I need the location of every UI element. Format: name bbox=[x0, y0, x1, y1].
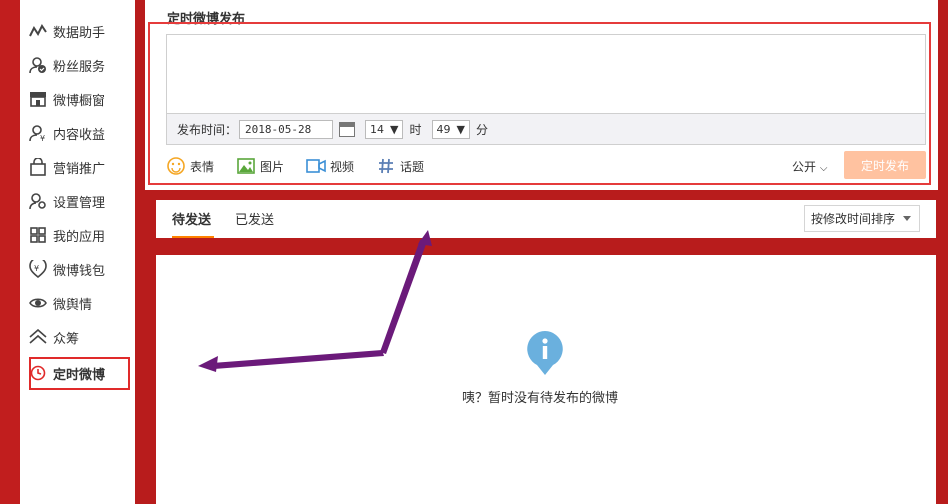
time-label: 发布时间： bbox=[177, 122, 238, 137]
sidebar-item-label: 微博橱窗 bbox=[53, 93, 106, 109]
date-input[interactable]: 2018-05-28 bbox=[239, 119, 334, 139]
tab-active-underline bbox=[172, 236, 214, 238]
topic-button[interactable]: 话题 bbox=[376, 157, 424, 175]
active-item-highlight bbox=[29, 357, 130, 390]
empty-message: 咦？暂时没有待发布的微博 bbox=[462, 391, 619, 406]
hashtag-icon bbox=[376, 157, 396, 175]
svg-text:Bai: Bai bbox=[728, 426, 792, 467]
wallet-icon: ¥ bbox=[28, 259, 48, 279]
topic-label: 话题 bbox=[400, 159, 425, 174]
eye-icon bbox=[28, 293, 48, 313]
image-button[interactable]: 图片 bbox=[236, 157, 284, 175]
svg-text:经验: 经验 bbox=[880, 433, 928, 463]
video-button[interactable]: 视频 bbox=[306, 157, 354, 175]
smiley-icon bbox=[166, 157, 186, 175]
income-icon: ¥ bbox=[28, 123, 48, 143]
minute-select[interactable]: 49 ▼ bbox=[431, 119, 470, 139]
sidebar-item-content-income[interactable]: ¥ 内容收益 bbox=[28, 121, 105, 145]
post-textarea[interactable] bbox=[166, 34, 926, 114]
sidebar-item-showcase[interactable]: 微博橱窗 bbox=[28, 87, 105, 111]
caret-down-icon: ▼ bbox=[390, 122, 399, 136]
sidebar-item-public-opinion[interactable]: 微舆情 bbox=[28, 291, 92, 315]
schedule-bar: 发布时间： 2018-05-28 14 ▼ 时 49 ▼ 分 bbox=[166, 114, 926, 145]
baidu-jingyan-watermark: Bai du 经验 bbox=[728, 421, 928, 467]
visibility-label: 公开 bbox=[792, 160, 817, 174]
caret-down-icon: ▼ bbox=[456, 122, 465, 136]
chevron-down-icon: ⌵ bbox=[819, 163, 828, 174]
sidebar-item-wallet[interactable]: ¥ 微博钱包 bbox=[28, 257, 105, 281]
image-icon bbox=[236, 157, 256, 175]
minute-unit: 分 bbox=[475, 122, 488, 137]
sidebar-item-marketing[interactable]: 营销推广 bbox=[28, 155, 105, 179]
sort-label: 按修改时间排序 bbox=[811, 212, 896, 226]
sidebar: 数据助手 粉丝服务 微博橱窗 ¥ 内容收益 营销推广 设置管理 我的应用 ¥ 微… bbox=[20, 0, 135, 504]
hour-unit: 时 bbox=[409, 122, 422, 137]
sort-dropdown[interactable]: 按修改时间排序 bbox=[804, 205, 920, 232]
sidebar-item-label: 众筹 bbox=[53, 331, 80, 347]
tab-pending[interactable]: 待发送 bbox=[172, 209, 211, 228]
trend-icon bbox=[28, 21, 48, 41]
bag-icon bbox=[28, 157, 48, 177]
fans-icon bbox=[28, 55, 48, 75]
video-label: 视频 bbox=[330, 159, 355, 174]
emoji-button[interactable]: 表情 bbox=[166, 157, 214, 175]
svg-text:¥: ¥ bbox=[34, 264, 39, 273]
video-icon bbox=[306, 157, 326, 175]
svg-text:¥: ¥ bbox=[40, 134, 45, 142]
caret-down-icon bbox=[903, 216, 911, 221]
watermark-url: jingyan.baidu.com bbox=[733, 468, 880, 484]
tab-sent[interactable]: 已发送 bbox=[235, 209, 274, 228]
sidebar-item-label: 内容收益 bbox=[53, 127, 106, 143]
schedule-publish-button[interactable]: 定时发布 bbox=[844, 151, 926, 179]
sidebar-item-my-apps[interactable]: 我的应用 bbox=[28, 223, 105, 247]
apps-grid-icon bbox=[28, 225, 48, 245]
minute-value: 49 bbox=[436, 122, 451, 136]
page-background-strip bbox=[0, 0, 20, 504]
sidebar-item-label: 营销推广 bbox=[53, 161, 106, 177]
visibility-dropdown[interactable]: 公开 ⌵ bbox=[792, 158, 827, 175]
sidebar-item-crowdfunding[interactable]: 众筹 bbox=[28, 325, 79, 349]
sidebar-item-settings[interactable]: 设置管理 bbox=[28, 189, 105, 213]
sidebar-item-label: 数据助手 bbox=[53, 25, 106, 41]
emoji-label: 表情 bbox=[190, 159, 215, 174]
sidebar-item-data-assistant[interactable]: 数据助手 bbox=[28, 19, 105, 43]
shop-icon bbox=[28, 89, 48, 109]
sidebar-item-label: 粉丝服务 bbox=[53, 59, 106, 75]
hour-select[interactable]: 14 ▼ bbox=[365, 119, 404, 139]
sidebar-item-label: 微博钱包 bbox=[53, 263, 106, 279]
hour-value: 14 bbox=[370, 122, 385, 136]
sidebar-item-label: 微舆情 bbox=[53, 297, 93, 313]
sidebar-item-label: 我的应用 bbox=[53, 229, 106, 245]
sidebar-item-fan-service[interactable]: 粉丝服务 bbox=[28, 53, 105, 77]
sidebar-item-label: 设置管理 bbox=[53, 195, 106, 211]
user-settings-icon bbox=[28, 191, 48, 211]
calendar-icon[interactable] bbox=[339, 121, 356, 137]
image-label: 图片 bbox=[260, 159, 285, 174]
info-icon bbox=[527, 331, 563, 375]
crowdfund-icon bbox=[28, 327, 48, 347]
